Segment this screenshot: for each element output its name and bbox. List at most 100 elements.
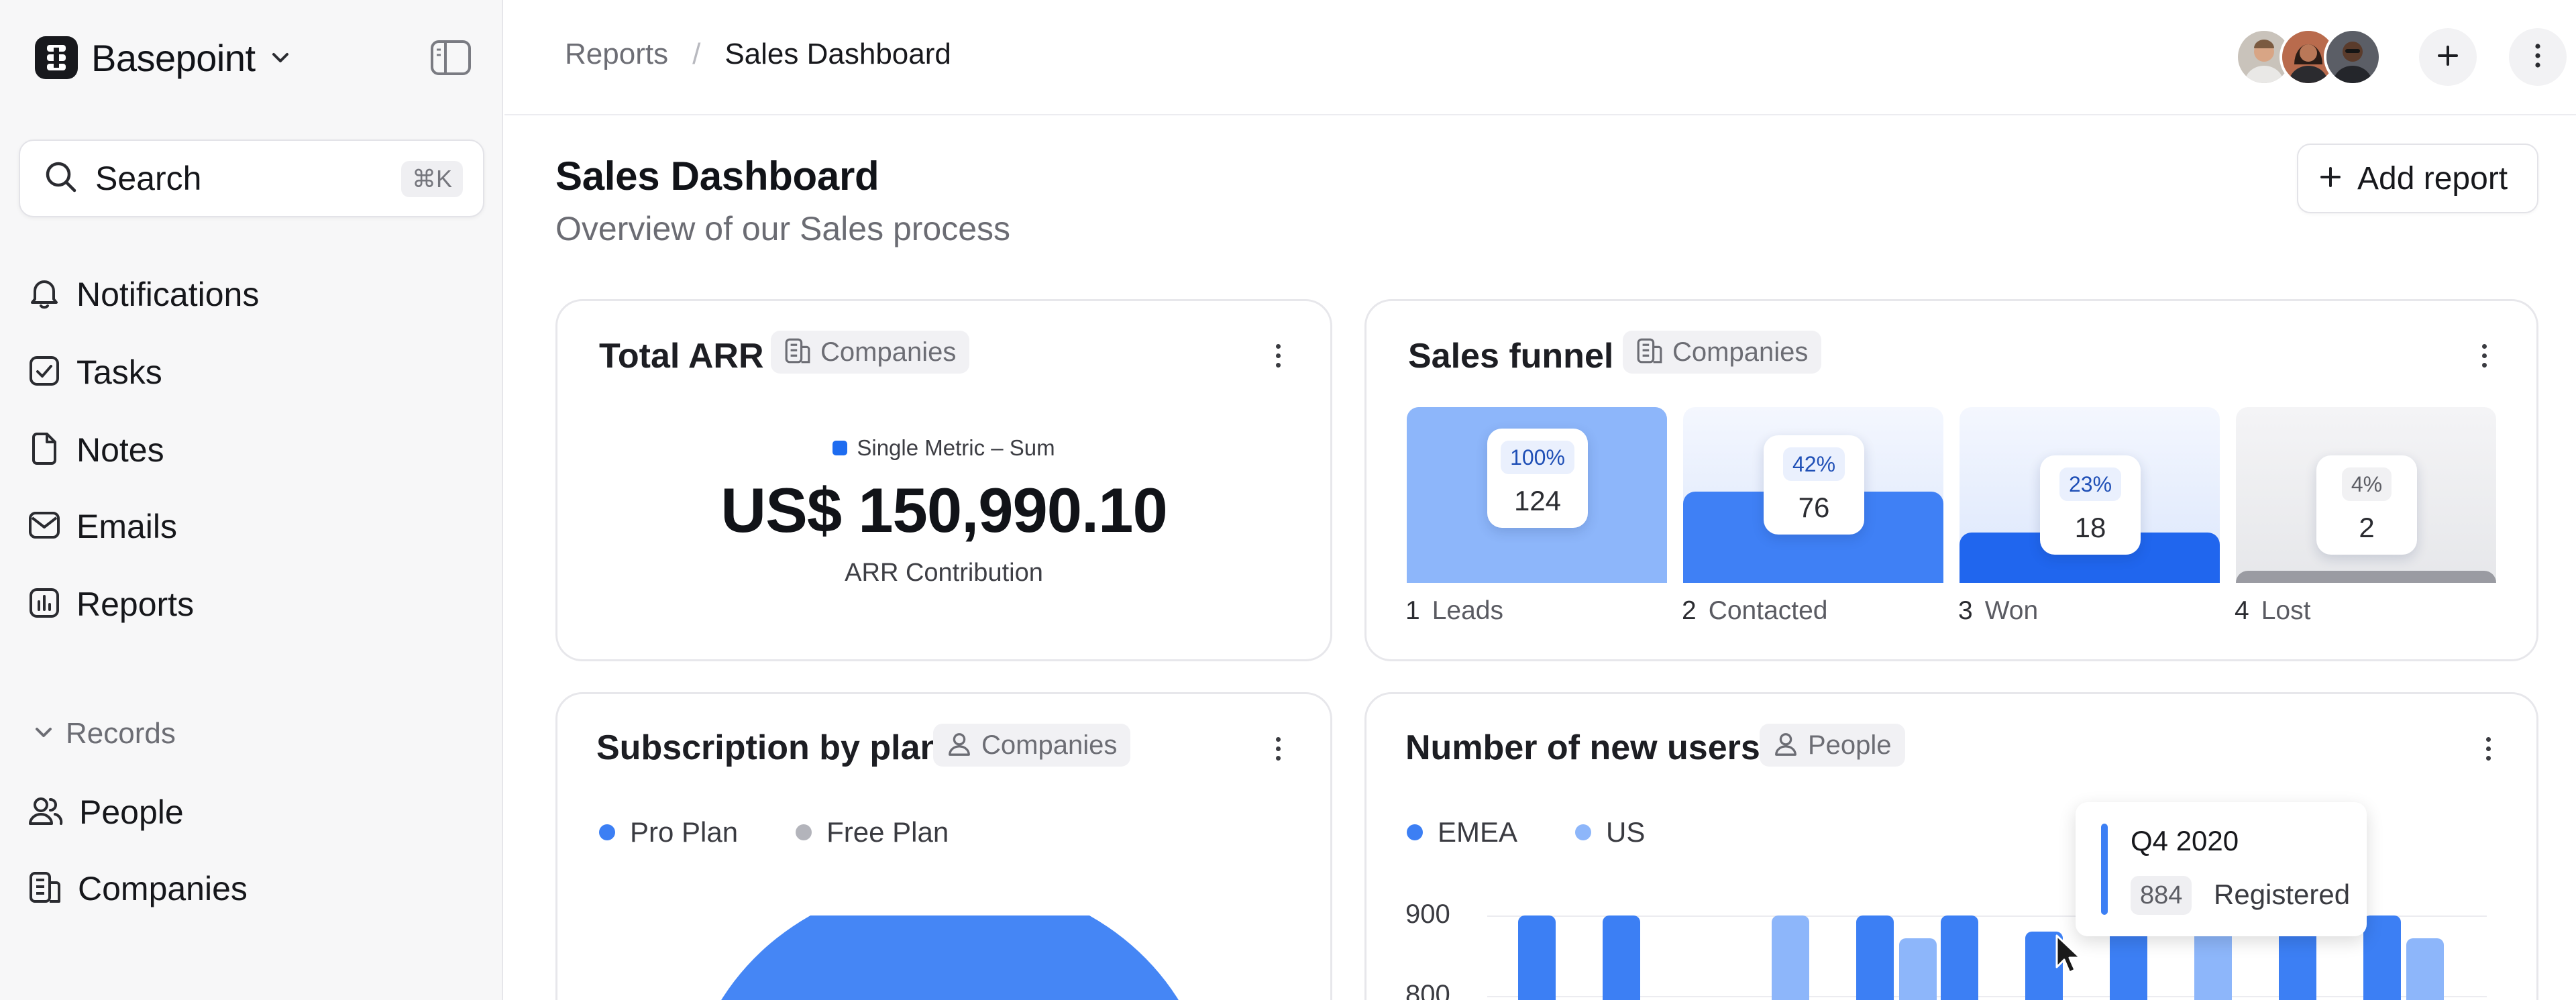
legend-label[interactable]: US (1606, 816, 1645, 848)
legend-swatch (1575, 824, 1592, 840)
legend-swatch (833, 441, 848, 455)
legend-swatch (796, 824, 812, 840)
breadcrumb-current: Sales Dashboard (724, 38, 951, 70)
bar-emea-0[interactable] (1518, 915, 1556, 1000)
stage-number: 4 (2235, 596, 2249, 625)
tooltip-value: 884 (2131, 876, 2192, 915)
collaborator-avatars[interactable] (2235, 28, 2381, 86)
tooltip-title: Q4 2020 (2131, 825, 2239, 856)
add-button[interactable] (2419, 28, 2477, 86)
building-icon (28, 871, 62, 907)
sidebar-item-reports[interactable]: Reports (28, 581, 194, 628)
records-section-toggle[interactable]: Records (34, 712, 176, 755)
sidebar-item-label: Reports (76, 586, 195, 623)
sidebar-item-notes[interactable]: Notes (28, 427, 164, 474)
user-icon (947, 731, 972, 760)
sidebar-item-tasks[interactable]: Tasks (28, 349, 162, 396)
card-menu-icon[interactable] (1276, 344, 1281, 368)
card-menu-icon[interactable] (2486, 737, 2491, 761)
plus-icon (2318, 165, 2343, 192)
sidebar-item-people[interactable]: People (28, 789, 184, 836)
stage-name: Leads (1432, 596, 1503, 625)
card-title: Total ARR (599, 337, 764, 376)
legend-label[interactable]: Free Plan (826, 816, 949, 848)
basepoint-logo-icon (35, 36, 78, 79)
bar-emea-1[interactable] (1603, 915, 1640, 1000)
subscription-card: Subscription by plan Companies Pro Plan … (555, 692, 1332, 1000)
card-title: Subscription by plan (596, 728, 942, 767)
bar-us-10[interactable] (2406, 938, 2444, 1000)
stage-count: 2 (2359, 512, 2375, 543)
users-icon (28, 795, 63, 830)
checkbox-icon (28, 355, 60, 390)
sidebar-item-label: Emails (76, 508, 178, 545)
workspace-switcher[interactable]: Basepoint (35, 36, 290, 79)
tooltip-accent (2101, 824, 2108, 915)
sidebar-item-notifications[interactable]: Notifications (28, 271, 259, 318)
sidebar-item-label: Tasks (76, 353, 162, 391)
sales-funnel-card: Sales funnel Companies 100% 124 1 Leads 42% 7… (1364, 299, 2538, 661)
source-chip[interactable]: Companies (771, 331, 970, 374)
breadcrumb-parent[interactable]: Reports (565, 38, 668, 71)
stage-number: 2 (1682, 596, 1697, 625)
funnel-stage-label: 2 Contacted (1682, 596, 1828, 626)
sidebar-item-label: People (79, 793, 184, 831)
user-icon (1773, 731, 1799, 760)
source-chip[interactable]: People (1760, 724, 1905, 767)
sidebar-item-emails[interactable]: Emails (28, 503, 177, 550)
legend-label[interactable]: EMEA (1438, 816, 1517, 848)
chart-legend: Pro Plan Free Plan (599, 816, 1006, 848)
file-icon (28, 432, 60, 469)
metric-value: US$ 150,990.10 (720, 475, 1167, 545)
source-chip[interactable]: Companies (933, 724, 1131, 767)
legend-swatch (1407, 824, 1423, 840)
stage-percent: 42% (1782, 447, 1845, 481)
page-subtitle: Overview of our Sales process (555, 210, 1011, 247)
stage-name: Lost (2261, 596, 2311, 625)
funnel-stage-fill (2236, 571, 2496, 583)
metric-legend: Single Metric – Sum (557, 435, 1330, 461)
card-menu-icon[interactable] (1276, 737, 1281, 761)
chevron-down-icon (34, 726, 54, 742)
add-report-label: Add report (2357, 160, 2508, 197)
chip-label: Companies (820, 337, 957, 367)
source-chip[interactable]: Companies (1623, 331, 1822, 374)
bar-emea-10[interactable] (2363, 915, 2401, 1000)
sidebar: Basepoint Search ⌘K Notifications Tasks … (0, 0, 503, 1000)
search-button[interactable]: Search ⌘K (19, 140, 484, 217)
stage-name: Won (1984, 596, 2039, 625)
funnel-stage-tooltip: 42% 76 (1764, 435, 1864, 535)
bar-emea-7[interactable] (2110, 928, 2147, 1000)
stage-count: 76 (1798, 492, 1830, 523)
page-title: Sales Dashboard (555, 154, 879, 199)
search-shortcut: ⌘K (400, 161, 463, 197)
breadcrumb-separator: / (692, 38, 701, 70)
mouse-cursor-icon (2054, 934, 2084, 979)
funnel-stage-label: 4 Lost (2235, 596, 2310, 626)
workspace-name: Basepoint (91, 36, 256, 79)
add-report-button[interactable]: Add report (2297, 144, 2538, 213)
plus-icon (2436, 44, 2460, 71)
legend-label[interactable]: Pro Plan (630, 816, 738, 848)
more-options-button[interactable] (2509, 28, 2567, 86)
sidebar-item-companies[interactable]: Companies (28, 865, 248, 912)
bar-emea-5[interactable] (1941, 915, 1978, 1000)
funnel-stage-tooltip: 4% 2 (2316, 455, 2417, 555)
pie-chart (698, 915, 1201, 1000)
search-label: Search (95, 160, 202, 197)
y-tick-label: 800 (1405, 980, 1450, 1000)
sidebar-toggle-icon[interactable] (429, 39, 472, 80)
sidebar-item-label: Companies (78, 870, 248, 907)
pie-slice-pro-plan[interactable] (698, 915, 1201, 1000)
funnel-stage-tooltip: 23% 18 (2040, 455, 2141, 555)
chip-label: Companies (981, 730, 1118, 760)
card-menu-icon[interactable] (2482, 344, 2487, 368)
bar-us-4[interactable] (1899, 938, 1937, 1000)
bar-emea-4[interactable] (1856, 915, 1894, 1000)
legend-label: Single Metric – Sum (857, 435, 1055, 460)
chevron-down-icon (270, 51, 290, 64)
bar-us-3[interactable] (1772, 915, 1809, 1000)
mail-icon (28, 510, 60, 544)
card-title: Number of new users (1405, 728, 1760, 767)
app-window: Basepoint Search ⌘K Notifications Tasks … (0, 0, 2576, 1000)
